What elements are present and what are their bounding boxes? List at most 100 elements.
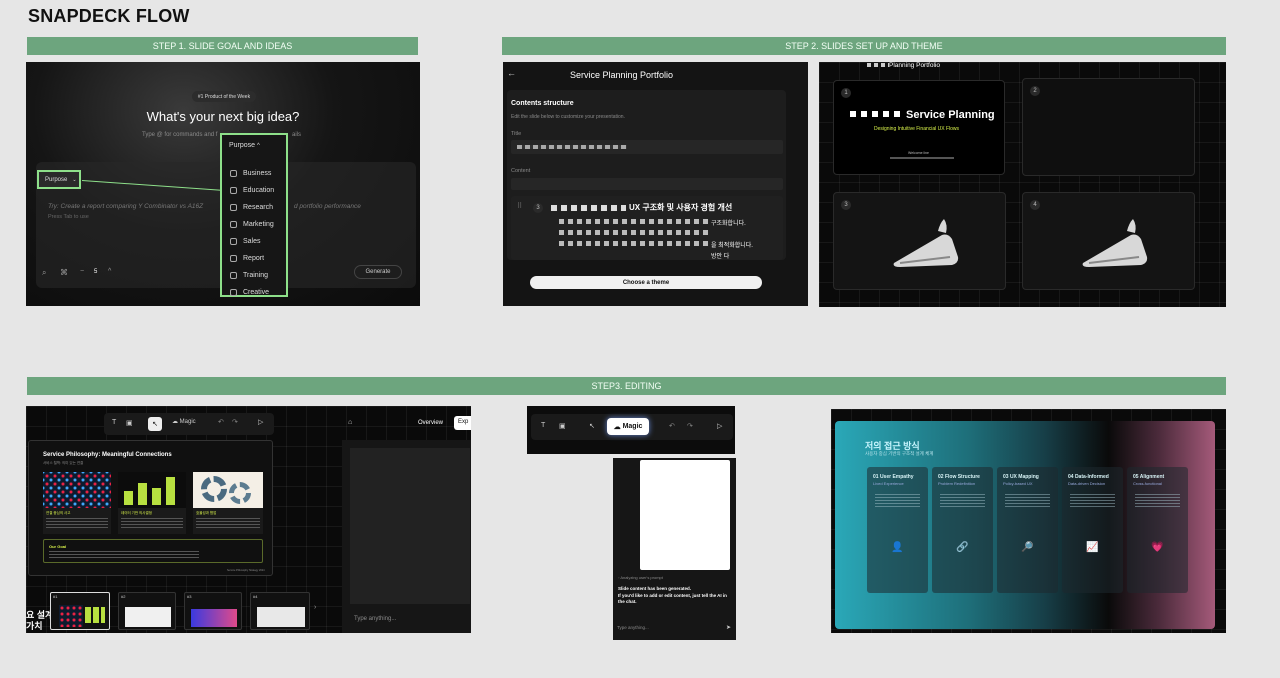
dropdown-header[interactable]: Purpose ^ <box>222 135 286 165</box>
purpose-option-label: Sales <box>243 238 261 245</box>
purpose-option-research[interactable]: Research <box>222 199 286 216</box>
bar-graphic-4 <box>166 477 175 505</box>
send-icon[interactable]: ➤ <box>726 624 731 631</box>
text-tool-icon[interactable]: T <box>112 419 116 426</box>
image-tool-icon[interactable]: ▣ <box>559 422 566 430</box>
purpose-option-report[interactable]: Report <box>222 250 286 267</box>
redo-icon[interactable]: ↷ <box>232 418 238 426</box>
thumb-1-image <box>59 605 83 627</box>
text-tool-icon[interactable]: T <box>541 422 545 429</box>
slide-subheading: 사용자 중심 기반의 구조적 설계 체계 <box>865 451 934 456</box>
purpose-option-sales[interactable]: Sales <box>222 233 286 250</box>
purpose-option-label: Creative <box>243 289 270 296</box>
chevron-right-icon[interactable]: › <box>314 604 316 611</box>
purpose-option-label: Report <box>243 255 265 262</box>
attach-icon[interactable]: ⌕ <box>42 268 46 278</box>
chat-input[interactable]: Type anything... <box>354 616 396 622</box>
goal-text <box>49 551 199 559</box>
themed-slide-screenshot: 저의 접근 방식 사용자 중심 기반의 구조적 설계 체계 01 User Em… <box>831 409 1226 633</box>
image-tool-icon[interactable]: ▣ <box>126 419 133 427</box>
back-arrow-icon[interactable]: ← <box>507 68 516 78</box>
magic-button[interactable]: ☁ Magic <box>172 418 196 425</box>
slide-thumb-2[interactable]: 2 <box>1022 78 1195 176</box>
undo-icon[interactable]: ↶ <box>669 422 675 430</box>
slide-thumb-4[interactable]: 4 <box>1022 192 1195 290</box>
purpose-option-education[interactable]: Education <box>222 182 286 199</box>
row-number: 3 <box>533 203 543 213</box>
content-row[interactable]: ⠿ 3 UX 구조화 및 사용자 경험 개선 구조화합니다. 을 최적화합니다.… <box>511 196 783 260</box>
export-label: Exp <box>458 419 469 425</box>
overview-tab[interactable]: Overview <box>418 420 443 426</box>
magic-label: Magic <box>179 419 196 425</box>
command-icon[interactable]: ⌘ <box>60 268 68 277</box>
subline-tail: ails <box>292 132 302 138</box>
purpose-option-label: Training <box>243 272 269 279</box>
column-body-text <box>1135 494 1180 508</box>
creative-icon <box>230 289 237 296</box>
gamepad-icon[interactable]: ⌂ <box>348 419 352 426</box>
gear-graphic-1 <box>201 476 227 502</box>
content-field[interactable] <box>511 178 783 190</box>
bar-graphic-3 <box>152 488 161 505</box>
choose-theme-label: Choose a theme <box>622 279 670 286</box>
export-button[interactable]: Exp <box>454 416 471 430</box>
slides-header: Planning Portfolio <box>889 62 940 69</box>
purpose-chip[interactable]: Purpose ⌄ <box>37 170 81 189</box>
generated-slide-preview <box>640 460 730 570</box>
prompt-text: Create a report comparing Y Combinator v… <box>60 203 204 210</box>
thumb-4-image <box>257 607 305 627</box>
redo-icon[interactable]: ↷ <box>687 422 693 430</box>
chat-preview <box>350 448 470 604</box>
chat-input[interactable]: Type anything... <box>617 625 649 630</box>
themed-slide[interactable]: 저의 접근 방식 사용자 중심 기반의 구조적 설계 체계 01 User Em… <box>835 421 1215 629</box>
research-icon <box>230 204 237 211</box>
generate-button[interactable]: Generate <box>354 265 402 279</box>
network-image <box>43 472 111 508</box>
cursor-tool-icon[interactable]: ↖ <box>589 422 595 430</box>
decrement-icon[interactable]: − <box>80 268 84 275</box>
purpose-option-creative[interactable]: Creative <box>222 284 286 301</box>
blurred-title-prefix <box>850 111 904 117</box>
row-line1: 구조화합니다. <box>711 221 746 227</box>
blurred-line3 <box>559 241 709 246</box>
generate-label: Generate <box>365 269 391 275</box>
purpose-dropdown: Purpose ^ Business Education Research Marke… <box>220 133 288 297</box>
purpose-option-marketing[interactable]: Marketing <box>222 216 286 233</box>
thumb-4[interactable]: #4 <box>250 592 310 630</box>
dropdown-list: Business Education Research Marketing Sales R… <box>222 165 286 301</box>
report-icon <box>230 255 237 262</box>
thumb-1[interactable]: #1 <box>50 592 110 630</box>
prompt-placeholder[interactable]: Try: Create a report comparing Y Combina… <box>48 203 203 210</box>
thumb-3-num: #3 <box>187 594 192 599</box>
blurred-prefix <box>551 205 626 211</box>
slide-thumb-1[interactable]: 1 Service Planning Designing Intuitive F… <box>833 80 1005 175</box>
choose-theme-button[interactable]: Choose a theme <box>530 276 762 289</box>
column-body-text <box>1070 494 1115 508</box>
drag-handle-icon[interactable]: ⠿ <box>517 202 522 210</box>
cursor-tool-icon[interactable]: ↖ <box>148 417 162 431</box>
undo-icon[interactable]: ↶ <box>218 418 224 426</box>
thumb-3[interactable]: #3 <box>184 592 242 630</box>
slide1-title: Service Planning <box>906 109 995 121</box>
magic-button[interactable]: ☁ Magic <box>607 418 649 435</box>
content-card-1: 연결 중심의 사고 <box>43 472 111 534</box>
chevron-up-icon[interactable]: ^ <box>108 268 111 275</box>
play-icon[interactable]: ▷ <box>717 422 722 430</box>
thumb-2-num: #2 <box>121 594 126 599</box>
content-card-3: 효율성과 협업 <box>193 472 263 534</box>
play-icon[interactable]: ▷ <box>258 418 263 426</box>
subline: Type @ for commands and f <box>142 132 217 138</box>
title-field[interactable] <box>511 140 783 154</box>
subline-text: Type @ for commands and f <box>142 132 218 138</box>
purpose-option-business[interactable]: Business <box>222 165 286 182</box>
slide-thumb-3[interactable]: 3 <box>833 192 1006 290</box>
main-slide[interactable]: Service Philosophy: Meaningful Connectio… <box>28 440 273 576</box>
purpose-option-training[interactable]: Training <box>222 267 286 284</box>
column-body-text <box>1005 494 1050 508</box>
step2-slides-screenshot: Planning Portfolio 1 Service Planning De… <box>819 62 1226 307</box>
slide-num-1: 1 <box>841 88 851 98</box>
thumb-strip: #1 #2 #3 #4 › <box>48 592 318 632</box>
thumb-2[interactable]: #2 <box>118 592 176 630</box>
column-title: 01 User Empathy <box>873 474 914 480</box>
slide-count[interactable]: 5 <box>94 269 97 275</box>
